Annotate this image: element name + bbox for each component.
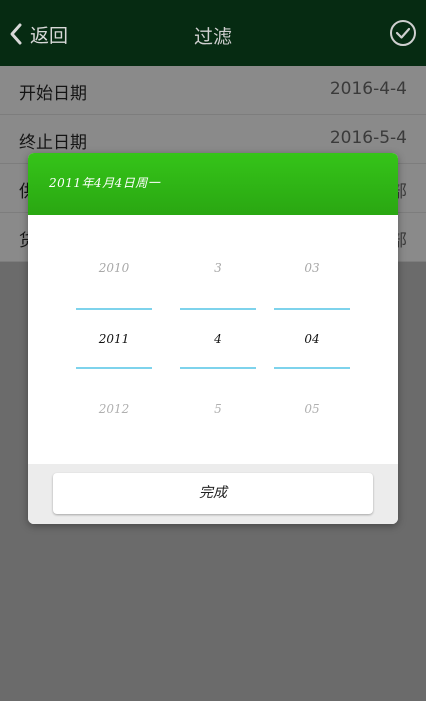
year-selected[interactable]: 2011 (76, 332, 152, 346)
dialog-header: 2011年4月4日周一 (28, 153, 398, 215)
check-circle-icon (390, 20, 416, 46)
filter-row-start-date[interactable]: 开始日期 2016-4-4 (0, 66, 426, 115)
dialog-title: 2011年4月4日周一 (49, 176, 161, 190)
dialog-footer: 完成 (28, 464, 398, 524)
selection-line (274, 367, 350, 369)
month-selected[interactable]: 4 (180, 332, 256, 346)
row-value: 2016-4-4 (329, 79, 407, 99)
year-prev[interactable]: 2010 (76, 261, 152, 275)
day-next[interactable]: 05 (274, 402, 350, 416)
selection-line (180, 367, 256, 369)
year-wheel[interactable]: 2010 2011 2012 (76, 215, 152, 464)
confirm-button[interactable] (388, 18, 418, 48)
done-button[interactable]: 完成 (53, 473, 373, 514)
day-wheel[interactable]: 03 04 05 (274, 215, 350, 464)
selection-line (76, 367, 152, 369)
selection-line (180, 308, 256, 310)
back-label: 返回 (30, 24, 69, 47)
selection-line (76, 308, 152, 310)
row-value: 2016-5-4 (329, 128, 407, 148)
top-bar: 返回 过滤 (0, 0, 426, 66)
day-selected[interactable]: 04 (274, 332, 350, 346)
row-label: 开始日期 (19, 84, 87, 104)
back-button[interactable]: 返回 (8, 18, 68, 50)
selection-line (274, 308, 350, 310)
month-wheel[interactable]: 3 4 5 (180, 215, 256, 464)
month-prev[interactable]: 3 (180, 261, 256, 275)
year-next[interactable]: 2012 (76, 402, 152, 416)
chevron-left-icon (10, 23, 22, 45)
day-prev[interactable]: 03 (274, 261, 350, 275)
date-picker-dialog: 2011年4月4日周一 2010 2011 2012 3 4 5 03 04 0… (28, 153, 398, 524)
date-picker: 2010 2011 2012 3 4 5 03 04 05 (28, 215, 398, 464)
month-next[interactable]: 5 (180, 402, 256, 416)
row-label: 终止日期 (19, 133, 87, 153)
